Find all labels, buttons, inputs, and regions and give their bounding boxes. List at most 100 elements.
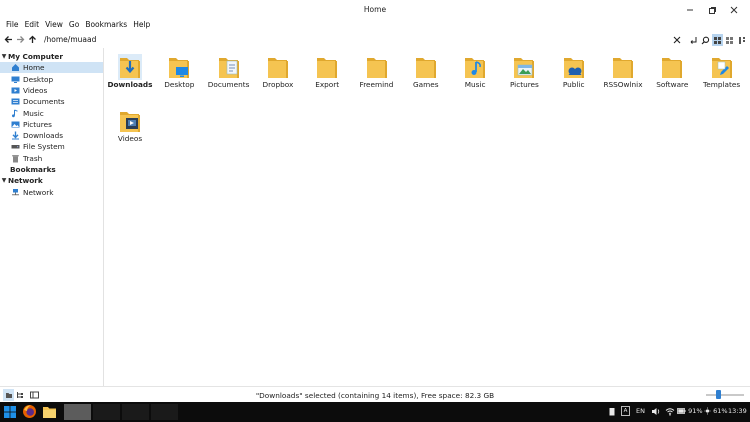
taskbar-window-4[interactable] [151,404,178,420]
folder-item-dropbox[interactable]: Dropbox [253,48,303,96]
status-text: "Downloads" selected (containing 14 item… [255,391,495,400]
zoom-slider-knob[interactable] [715,390,721,399]
language-indicator[interactable]: EN [636,407,645,415]
sidebar-item-trash[interactable]: Trash [0,153,103,164]
folder-label: Software [656,80,689,89]
sidebar-section-label: My Computer [8,52,63,61]
close-icon [730,6,738,13]
sidebar-item-videos[interactable]: Videos [0,85,103,96]
clipboard-tray-icon[interactable] [609,407,615,418]
sidebar-item-desktop[interactable]: Desktop [0,74,103,85]
sidebar-item-label: Documents [23,97,65,107]
folder-item-downloads[interactable]: Downloads [105,48,155,96]
folder-item-videos[interactable]: Videos [105,102,155,150]
up-button[interactable] [27,34,38,45]
menu-bar: File Edit View Go Bookmarks Help [0,19,153,31]
volume-tray-icon[interactable] [651,407,661,418]
back-button[interactable] [3,34,14,45]
sidebar-item-pictures[interactable]: Pictures [0,119,103,130]
firefox-icon [23,405,36,418]
folder-label: Templates [703,80,741,89]
menu-item-view[interactable]: View [42,19,66,31]
firefox-launcher[interactable] [22,404,38,420]
sidebar-item-downloads[interactable]: Downloads [0,130,103,141]
sidebar-item-label: Music [23,108,44,118]
folder-item-documents[interactable]: Documents [204,48,254,96]
music-folder-icon [463,54,487,80]
sidebar-section-my-computer[interactable]: ▼ My Computer [0,51,103,62]
clipboard-icon [609,408,615,416]
status-bar: "Downloads" selected (containing 14 item… [0,386,750,402]
restore-icon [709,6,716,14]
sidebar-section-label: Bookmarks [10,165,56,174]
drive-icon [11,142,20,151]
folder-item-music[interactable]: Music [450,48,500,96]
folder-item-rssowlnix[interactable]: RSSOwlnix [598,48,648,96]
minimize-button[interactable] [683,3,697,16]
desktop-icon [11,75,20,84]
menu-item-edit[interactable]: Edit [22,19,43,31]
search-button[interactable] [700,34,711,46]
expand-arrow-icon[interactable]: ▼ [0,53,8,60]
arrow-left-icon [4,36,12,43]
menu-item-go[interactable]: Go [66,19,82,31]
sidebar-item-music[interactable]: Music [0,108,103,119]
taskbar-window-3[interactable] [122,404,149,420]
folder-label: Games [413,80,439,89]
zoom-slider[interactable] [706,390,744,399]
wifi-tray-icon[interactable] [665,407,675,418]
file-manager-launcher[interactable] [42,405,58,421]
clear-path-button[interactable] [671,34,682,46]
location-path[interactable]: /home/muaad [44,35,96,44]
windows-logo-icon [4,406,16,418]
folder-item-freemind[interactable]: Freemind [352,48,402,96]
menu-item-bookmarks[interactable]: Bookmarks [82,19,130,31]
clock[interactable]: 13:39 [728,407,747,415]
folder-icon [660,54,684,80]
close-button[interactable] [727,3,741,16]
battery-icon [677,408,686,414]
expand-arrow-icon[interactable]: ▼ [0,177,8,184]
sidebar-section-label: Network [8,176,43,186]
folder-label: Freemind [359,80,394,89]
maximize-button[interactable] [705,3,719,16]
folder-item-software[interactable]: Software [647,48,697,96]
brightness-icon [704,407,711,415]
sidebar-item-documents[interactable]: Documents [0,96,103,107]
sidebar-section-bookmarks[interactable]: Bookmarks [0,164,103,175]
icon-view-button[interactable] [712,34,723,46]
folder-item-export[interactable]: Export [302,48,352,96]
keyboard-layout-icon[interactable]: A [621,406,630,416]
folder-icon [365,54,389,80]
compact-view-icon [739,36,745,44]
folder-item-templates[interactable]: Templates [697,48,747,96]
sidebar-section-network[interactable]: ▼ Network [0,175,103,186]
sidebar-item-file-system[interactable]: File System [0,141,103,152]
taskbar-window-active[interactable] [64,404,91,420]
sidebar-item-network[interactable]: Network [0,187,103,198]
forward-button[interactable] [15,34,26,45]
search-icon [701,36,710,44]
menu-item-file[interactable]: File [3,19,22,31]
battery-level: 91% [688,407,703,415]
folder-item-pictures[interactable]: Pictures [499,48,549,96]
sidebar-item-home[interactable]: Home [0,62,103,74]
battery-tray[interactable]: 91% [677,407,703,415]
menu-item-help[interactable]: Help [130,19,153,31]
home-icon [11,63,20,72]
folder-item-desktop[interactable]: Desktop [154,48,204,96]
music-icon [11,109,20,118]
taskbar-window-2[interactable] [93,404,120,420]
arrow-up-icon [29,35,36,43]
file-manager-window: Home File Edit View Go Bookmarks Help /home/m… [0,0,750,402]
brightness-tray[interactable]: 61% [704,407,728,415]
start-button[interactable] [3,405,18,421]
folder-icon [414,54,438,80]
brightness-level: 61% [713,407,728,415]
folder-item-public[interactable]: Public [549,48,599,96]
compact-view-button[interactable] [737,34,748,46]
terminal-button[interactable] [688,34,699,46]
terminal-icon [690,36,697,44]
list-view-button[interactable] [724,34,735,46]
folder-item-games[interactable]: Games [401,48,451,96]
